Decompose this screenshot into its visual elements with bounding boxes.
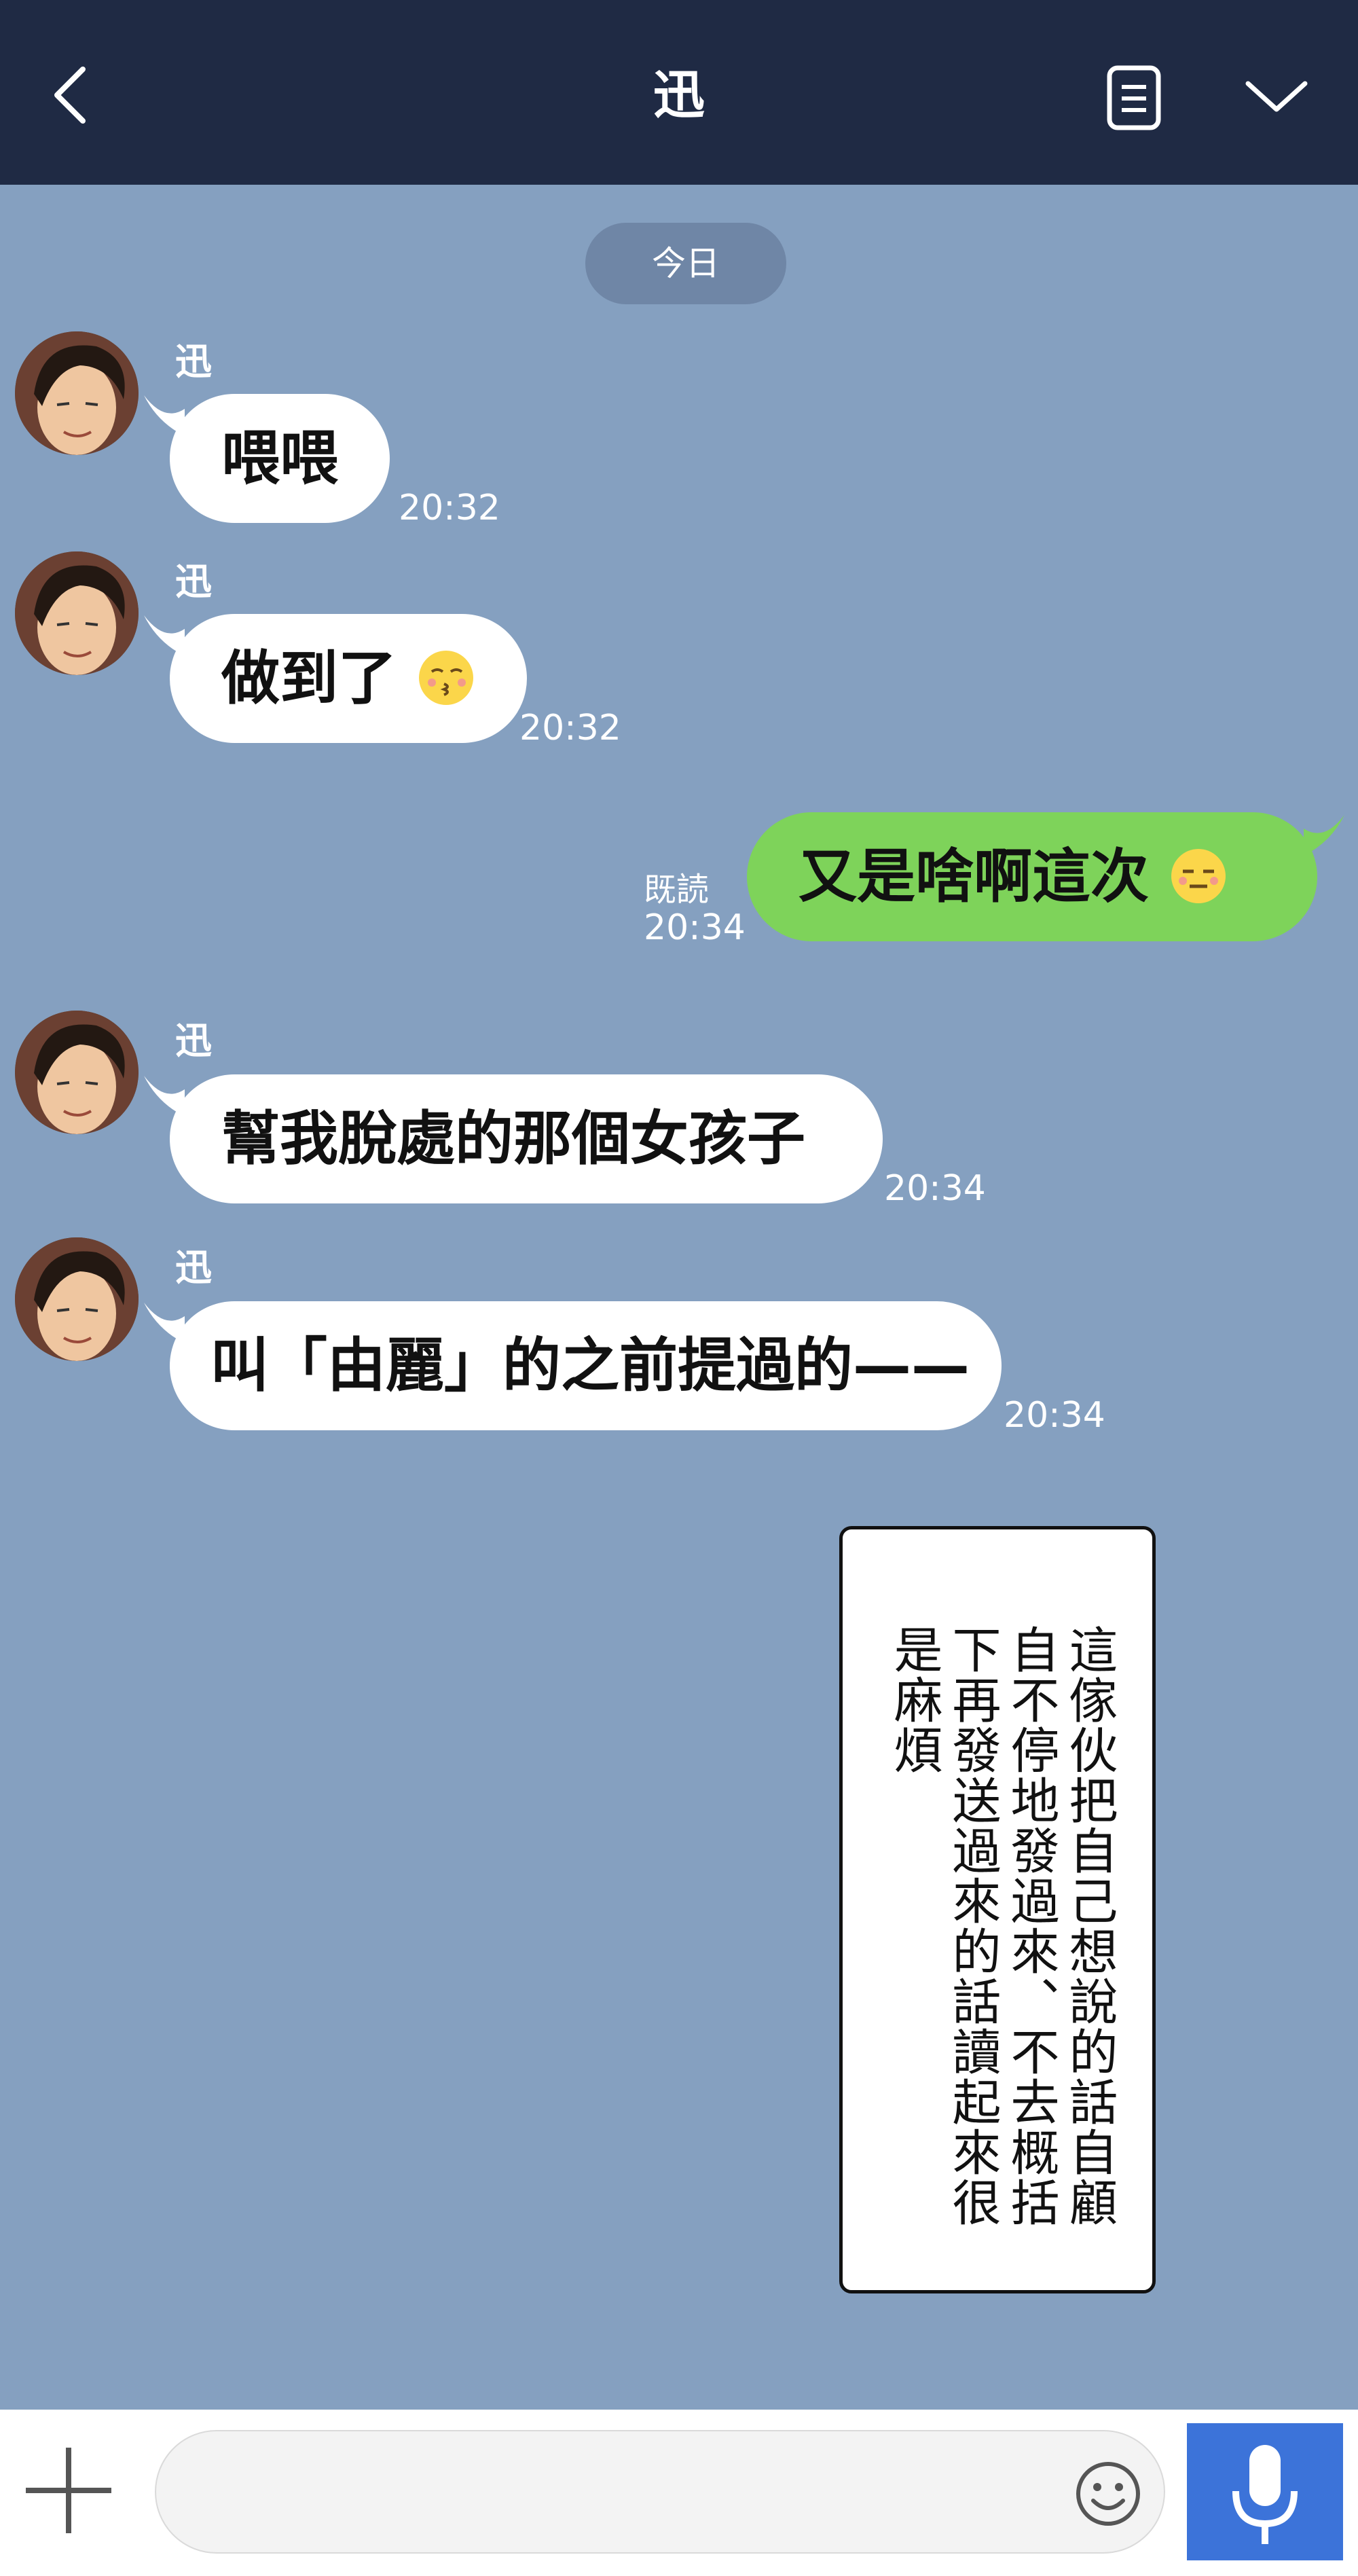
message-time: 20:34 xyxy=(1004,1395,1105,1436)
microphone-icon xyxy=(1232,2445,1298,2544)
message-bubble[interactable]: 做到了 xyxy=(170,614,527,743)
plus-icon xyxy=(26,2448,111,2533)
avatar[interactable] xyxy=(15,1237,139,1361)
avatar[interactable] xyxy=(15,551,139,675)
message-text: 喂喂 xyxy=(221,424,338,492)
message-time: 20:34 xyxy=(644,907,746,948)
voice-input-button[interactable] xyxy=(1187,2423,1343,2560)
message-text: 又是啥啊這次 xyxy=(799,843,1149,911)
sender-name: 迅 xyxy=(175,560,212,603)
chevron-left-icon xyxy=(54,67,86,124)
narration-caption-box: 這傢伙把自己想說的話自顧自不停地發過來、不去概括下再發送過來的話讀起來很是麻煩 xyxy=(839,1526,1156,2293)
date-separator: 今日 xyxy=(585,223,786,304)
avatar[interactable] xyxy=(15,1011,139,1134)
avatar-face-icon xyxy=(15,551,139,675)
message-text: 做到了 xyxy=(221,645,397,712)
message-time: 20:32 xyxy=(399,488,500,528)
kissing-face-icon xyxy=(418,650,473,705)
message-bubble[interactable]: 喂喂 xyxy=(170,394,390,523)
chat-title: 迅 xyxy=(653,65,705,125)
sender-name: 迅 xyxy=(175,340,212,383)
message-input[interactable] xyxy=(155,2430,1165,2554)
sender-name: 迅 xyxy=(175,1246,212,1289)
menu-toggle-button[interactable] xyxy=(1236,65,1317,126)
message-bubble[interactable]: 叫「由麗」的之前提過的—— xyxy=(170,1301,1002,1430)
message-bubble[interactable]: 幫我脫處的那個女孩子 xyxy=(170,1074,883,1203)
avatar-face-icon xyxy=(15,331,139,455)
sender-name: 迅 xyxy=(175,1019,212,1062)
note-icon xyxy=(1107,65,1161,130)
message-text: 幫我脫處的那個女孩子 xyxy=(221,1105,805,1173)
avatar[interactable] xyxy=(15,331,139,455)
read-receipt: 既読 xyxy=(644,871,710,909)
avatar-face-icon xyxy=(15,1237,139,1361)
message-time: 20:32 xyxy=(519,708,621,748)
my-message-bubble[interactable]: 又是啥啊這次 xyxy=(747,812,1317,941)
avatar-face-icon xyxy=(15,1011,139,1134)
chevron-down-icon xyxy=(1245,81,1308,112)
message-text: 叫「由麗」的之前提過的—— xyxy=(210,1332,970,1400)
narration-text: 這傢伙把自己想說的話自顧自不停地發過來、不去概括下再發送過來的話讀起來很是麻煩 xyxy=(885,1625,1118,2228)
attach-button[interactable] xyxy=(19,2441,118,2540)
emoji-button[interactable] xyxy=(1073,2459,1143,2529)
message-time: 20:34 xyxy=(884,1168,986,1209)
expressionless-face-icon xyxy=(1171,848,1226,903)
smiley-icon xyxy=(1076,2462,1140,2526)
back-button[interactable] xyxy=(41,61,109,129)
notes-button[interactable] xyxy=(1100,61,1168,136)
